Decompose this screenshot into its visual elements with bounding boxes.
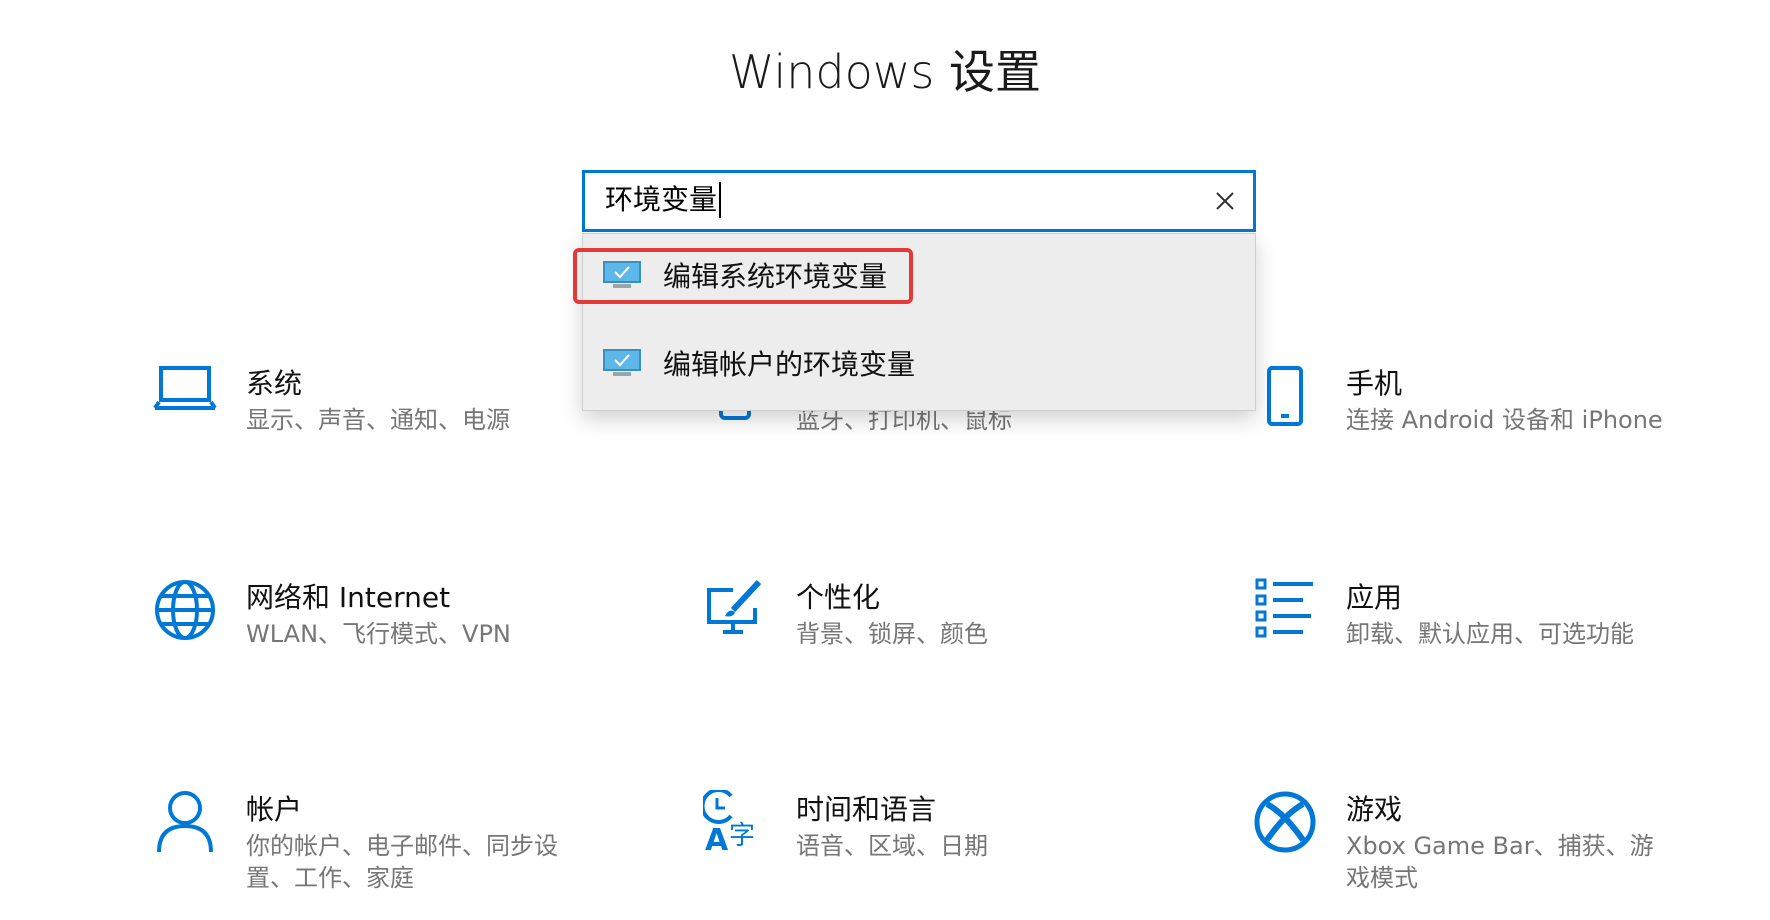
phone-icon bbox=[1250, 364, 1320, 434]
tile-desc: 背景、锁屏、颜色 bbox=[796, 620, 988, 648]
suggestion-item[interactable]: 编辑帐户的环境变量 bbox=[583, 328, 1255, 398]
tile-name: 时间和语言 bbox=[796, 793, 937, 826]
suggestion-label: 编辑帐户的环境变量 bbox=[663, 348, 916, 381]
annotation-highlight-box bbox=[573, 248, 913, 304]
tile-name: 手机 bbox=[1346, 367, 1403, 400]
close-icon[interactable] bbox=[1207, 183, 1243, 219]
tile-system[interactable]: 系统 显示、声音、通知、电源 bbox=[150, 364, 590, 436]
personalization-icon bbox=[700, 578, 770, 648]
tile-desc: 显示、声音、通知、电源 bbox=[246, 406, 510, 434]
time-language-icon: A字 bbox=[700, 790, 770, 860]
tile-name: 游戏 bbox=[1346, 793, 1403, 826]
monitor-icon bbox=[603, 349, 641, 376]
tile-personalization[interactable]: 个性化 背景、锁屏、颜色 bbox=[700, 578, 1140, 650]
page-title: Windows 设置 bbox=[729, 45, 1041, 99]
tile-gaming[interactable]: 游戏 Xbox Game Bar、捕获、游戏模式 bbox=[1250, 790, 1720, 894]
tile-desc: 连接 Android 设备和 iPhone bbox=[1346, 406, 1663, 434]
tile-desc: Xbox Game Bar、捕获、游戏模式 bbox=[1346, 832, 1654, 892]
tile-desc: 语音、区域、日期 bbox=[796, 832, 988, 860]
globe-icon bbox=[150, 578, 220, 648]
laptop-icon bbox=[150, 364, 220, 434]
tile-name: 网络和 Internet bbox=[246, 581, 451, 614]
tile-desc: WLAN、飞行模式、VPN bbox=[246, 620, 511, 648]
svg-text:字: 字 bbox=[729, 821, 755, 851]
svg-text:A: A bbox=[705, 823, 729, 854]
tile-name: 个性化 bbox=[796, 581, 881, 614]
tile-name: 应用 bbox=[1346, 581, 1403, 614]
tile-desc: 你的帐户、电子邮件、同步设置、工作、家庭 bbox=[246, 832, 558, 892]
tile-accounts[interactable]: 帐户 你的帐户、电子邮件、同步设置、工作、家庭 bbox=[150, 790, 590, 894]
tile-phone[interactable]: 手机 连接 Android 设备和 iPhone bbox=[1250, 364, 1720, 436]
tile-apps[interactable]: 应用 卸载、默认应用、可选功能 bbox=[1250, 578, 1720, 650]
tile-network[interactable]: 网络和 Internet WLAN、飞行模式、VPN bbox=[150, 578, 590, 650]
tile-desc: 卸载、默认应用、可选功能 bbox=[1346, 620, 1634, 648]
tile-time-language[interactable]: A字 时间和语言 语音、区域、日期 bbox=[700, 790, 1140, 862]
person-icon bbox=[150, 790, 220, 860]
apps-list-icon bbox=[1250, 578, 1320, 648]
tile-name: 帐户 bbox=[246, 793, 303, 826]
tile-name: 系统 bbox=[246, 367, 303, 400]
xbox-icon bbox=[1250, 790, 1320, 860]
search-input-value[interactable]: 环境变量 bbox=[605, 182, 722, 218]
search-input[interactable]: 环境变量 bbox=[582, 170, 1256, 232]
